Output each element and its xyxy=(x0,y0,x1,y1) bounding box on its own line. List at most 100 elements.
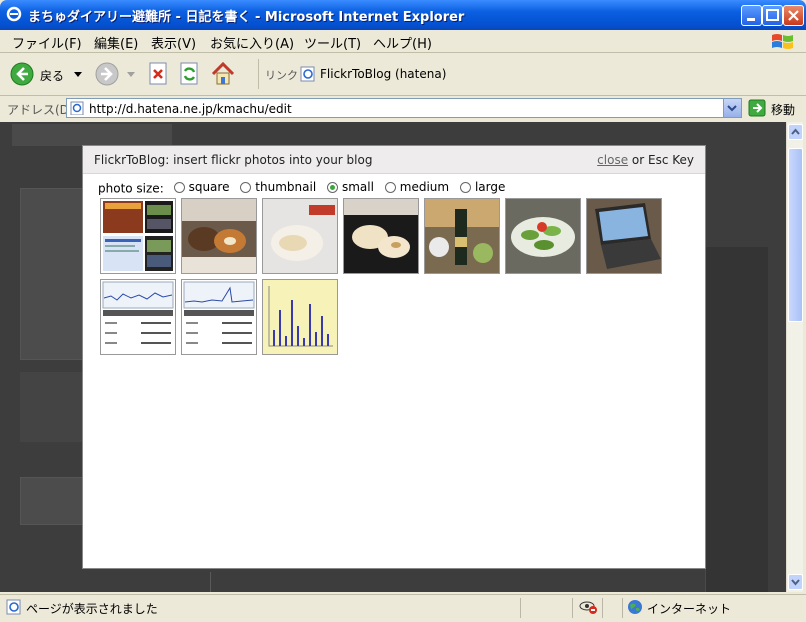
close-window-button[interactable] xyxy=(783,5,804,26)
status-bar: ページが表示されました インターネット xyxy=(0,594,806,622)
background-campaign xyxy=(20,477,84,525)
radio-thumbnail[interactable] xyxy=(240,181,252,193)
background-divider xyxy=(210,572,211,592)
vertical-scrollbar[interactable] xyxy=(786,122,803,592)
photo-bread-image xyxy=(344,199,418,273)
go-button[interactable]: 移動 xyxy=(748,99,804,117)
photo-laptop-image xyxy=(587,199,661,273)
ie-logo-icon xyxy=(6,6,22,22)
toolbar: 戻る リンク FlickrToBlog (hatena) xyxy=(0,53,806,96)
size-label-small: small xyxy=(341,180,374,194)
size-label-thumbnail: thumbnail xyxy=(255,180,317,194)
address-dropdown-button[interactable] xyxy=(723,99,741,117)
close-hint: or Esc Key xyxy=(628,153,694,167)
size-option-small[interactable]: small xyxy=(326,180,374,194)
background-logo xyxy=(12,124,172,146)
ie-page-icon xyxy=(70,101,84,115)
chevron-down-icon xyxy=(74,72,82,77)
menu-help[interactable]: ヘルプ(H) xyxy=(373,33,432,52)
scroll-thumb[interactable] xyxy=(788,148,803,322)
menu-edit[interactable]: 編集(E) xyxy=(94,33,138,52)
status-text: ページが表示されました xyxy=(26,602,158,616)
background-sidebar xyxy=(20,188,84,360)
links-label: リンク xyxy=(265,69,298,82)
status-divider xyxy=(520,598,521,618)
maximize-icon xyxy=(766,9,779,21)
forward-arrow-icon xyxy=(95,62,119,86)
windows-logo-icon xyxy=(772,34,793,49)
menu-bar: ファイル(F) 編集(E) 表示(V) お気に入り(A) ツール(T) ヘルプ(… xyxy=(0,30,806,53)
photo-screenshot-image xyxy=(101,199,175,273)
menu-tools[interactable]: ツール(T) xyxy=(304,33,361,52)
menu-view[interactable]: 表示(V) xyxy=(151,33,196,52)
photo-thumb-sweets[interactable] xyxy=(181,198,257,274)
refresh-icon xyxy=(180,62,198,85)
size-label-medium: medium xyxy=(399,180,450,194)
minimize-button[interactable] xyxy=(741,5,762,26)
status-divider xyxy=(622,598,623,618)
photo-thumb-screenshot[interactable] xyxy=(100,198,176,274)
size-option-large[interactable]: large xyxy=(459,180,505,194)
close-link[interactable]: close xyxy=(597,153,628,167)
size-label-square: square xyxy=(188,180,230,194)
photo-thumb-graph-1[interactable] xyxy=(100,279,176,355)
status-divider xyxy=(602,598,603,618)
menu-file[interactable]: ファイル(F) xyxy=(12,33,82,52)
go-arrow-icon xyxy=(748,99,766,117)
close-icon xyxy=(788,10,799,21)
photo-thumb-champagne[interactable] xyxy=(424,198,500,274)
address-label: アドレス(D) xyxy=(7,103,74,117)
radio-medium[interactable] xyxy=(384,181,396,193)
stop-icon xyxy=(149,62,167,85)
stop-button[interactable] xyxy=(148,62,170,86)
forward-button[interactable] xyxy=(95,62,137,86)
size-option-square[interactable]: square xyxy=(173,180,230,194)
window-title: まちゅダイアリー避難所 - 日記を書く - Microsoft Internet… xyxy=(28,10,465,25)
refresh-button[interactable] xyxy=(179,62,201,86)
title-bar: まちゅダイアリー避難所 - 日記を書く - Microsoft Internet… xyxy=(0,0,806,30)
privacy-icon[interactable] xyxy=(578,599,600,615)
address-bar: アドレス(D) http://d.hatena.ne.jp/kmachu/edi… xyxy=(0,96,806,122)
photo-thumb-graph-2[interactable] xyxy=(181,279,257,355)
home-button[interactable] xyxy=(210,61,236,87)
chevron-down-icon xyxy=(127,72,135,77)
toolbar-divider xyxy=(258,59,259,89)
ie-page-icon xyxy=(300,66,315,82)
photo-graph-1-image xyxy=(101,280,175,354)
link-flickrtoblog[interactable]: FlickrToBlog (hatena) xyxy=(300,65,460,83)
address-input[interactable]: http://d.hatena.ne.jp/kmachu/edit xyxy=(66,98,742,118)
status-divider xyxy=(572,598,573,618)
back-arrow-icon xyxy=(10,62,34,86)
photo-salad-image xyxy=(506,199,580,273)
ie-page-icon xyxy=(6,599,21,615)
scroll-down-button[interactable] xyxy=(788,574,803,590)
status-zone: インターネット xyxy=(647,602,732,616)
menu-favorites[interactable]: お気に入り(A) xyxy=(210,33,294,52)
chevron-down-icon xyxy=(791,579,800,586)
chevron-down-icon xyxy=(727,105,737,112)
background-right-panel xyxy=(705,247,768,592)
size-option-thumbnail[interactable]: thumbnail xyxy=(240,180,316,194)
photo-pizzala-image xyxy=(263,199,337,273)
back-button[interactable]: 戻る xyxy=(10,62,88,86)
photo-bar-chart-image xyxy=(263,280,337,354)
radio-square[interactable] xyxy=(173,181,185,193)
radio-large[interactable] xyxy=(459,181,471,193)
maximize-button[interactable] xyxy=(762,5,783,26)
modal-header: FlickrToBlog: insert flickr photos into … xyxy=(83,146,705,174)
photo-size-label: photo size: xyxy=(98,181,164,196)
size-option-medium[interactable]: medium xyxy=(384,180,450,194)
photo-thumb-salad[interactable] xyxy=(505,198,581,274)
home-icon xyxy=(211,61,235,85)
photo-thumb-pizzala[interactable] xyxy=(262,198,338,274)
scroll-up-button[interactable] xyxy=(788,124,803,140)
photo-thumb-laptop[interactable] xyxy=(586,198,662,274)
radio-small-selected[interactable] xyxy=(326,181,338,193)
link-flickrtoblog-label: FlickrToBlog (hatena) xyxy=(320,67,447,81)
photo-champagne-image xyxy=(425,199,499,273)
photo-thumb-bread[interactable] xyxy=(343,198,419,274)
modal-title: FlickrToBlog: insert flickr photos into … xyxy=(94,153,373,167)
photo-sweets-image xyxy=(182,199,256,273)
address-url: http://d.hatena.ne.jp/kmachu/edit xyxy=(89,102,292,116)
photo-thumb-bar-chart[interactable] xyxy=(262,279,338,355)
